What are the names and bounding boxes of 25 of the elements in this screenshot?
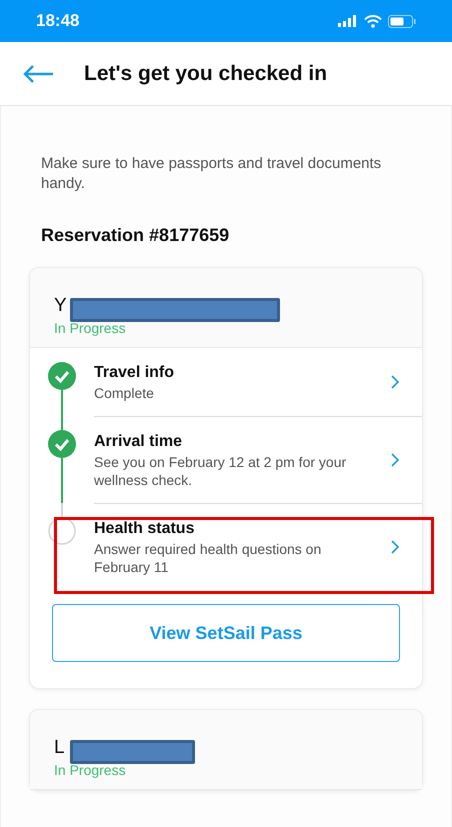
guest-status: In Progress xyxy=(54,761,127,780)
reservation-number: Reservation #8177659 xyxy=(40,224,230,247)
step-title: Travel info xyxy=(94,363,176,383)
guest-name: L xyxy=(54,737,65,758)
step-title: Health status xyxy=(94,519,196,539)
step-row[interactable]: Travel info Complete xyxy=(30,348,422,416)
battery-icon xyxy=(388,14,416,28)
intro-text: Make sure to have passports and travel documents handy. xyxy=(40,154,382,194)
step-subtitle: See you on February 12 at 2 pm for your wellness check. xyxy=(94,453,348,489)
step-row[interactable]: Health status Answer required health questions on February 11 xyxy=(30,503,422,590)
signal-icon xyxy=(338,15,358,27)
step-title: Arrival time xyxy=(94,432,184,452)
page-title: Let's get you checked in xyxy=(84,60,328,87)
chevron-right-icon xyxy=(390,375,400,389)
back-arrow-icon xyxy=(22,64,54,84)
step-subtitle: Complete xyxy=(94,384,155,402)
chevron-right-icon xyxy=(390,453,400,467)
status-time: 18:48 xyxy=(36,10,80,32)
guest-name: Y xyxy=(54,295,67,316)
step-subtitle: Answer required health questions on February 11 xyxy=(94,540,322,576)
guest-status: In Progress xyxy=(54,319,127,338)
step-row[interactable]: Arrival time See you on February 12 at 2 pm for your wellness check. xyxy=(30,416,422,503)
wifi-icon xyxy=(364,14,382,28)
back-button[interactable] xyxy=(22,64,54,84)
chevron-right-icon xyxy=(390,540,400,554)
